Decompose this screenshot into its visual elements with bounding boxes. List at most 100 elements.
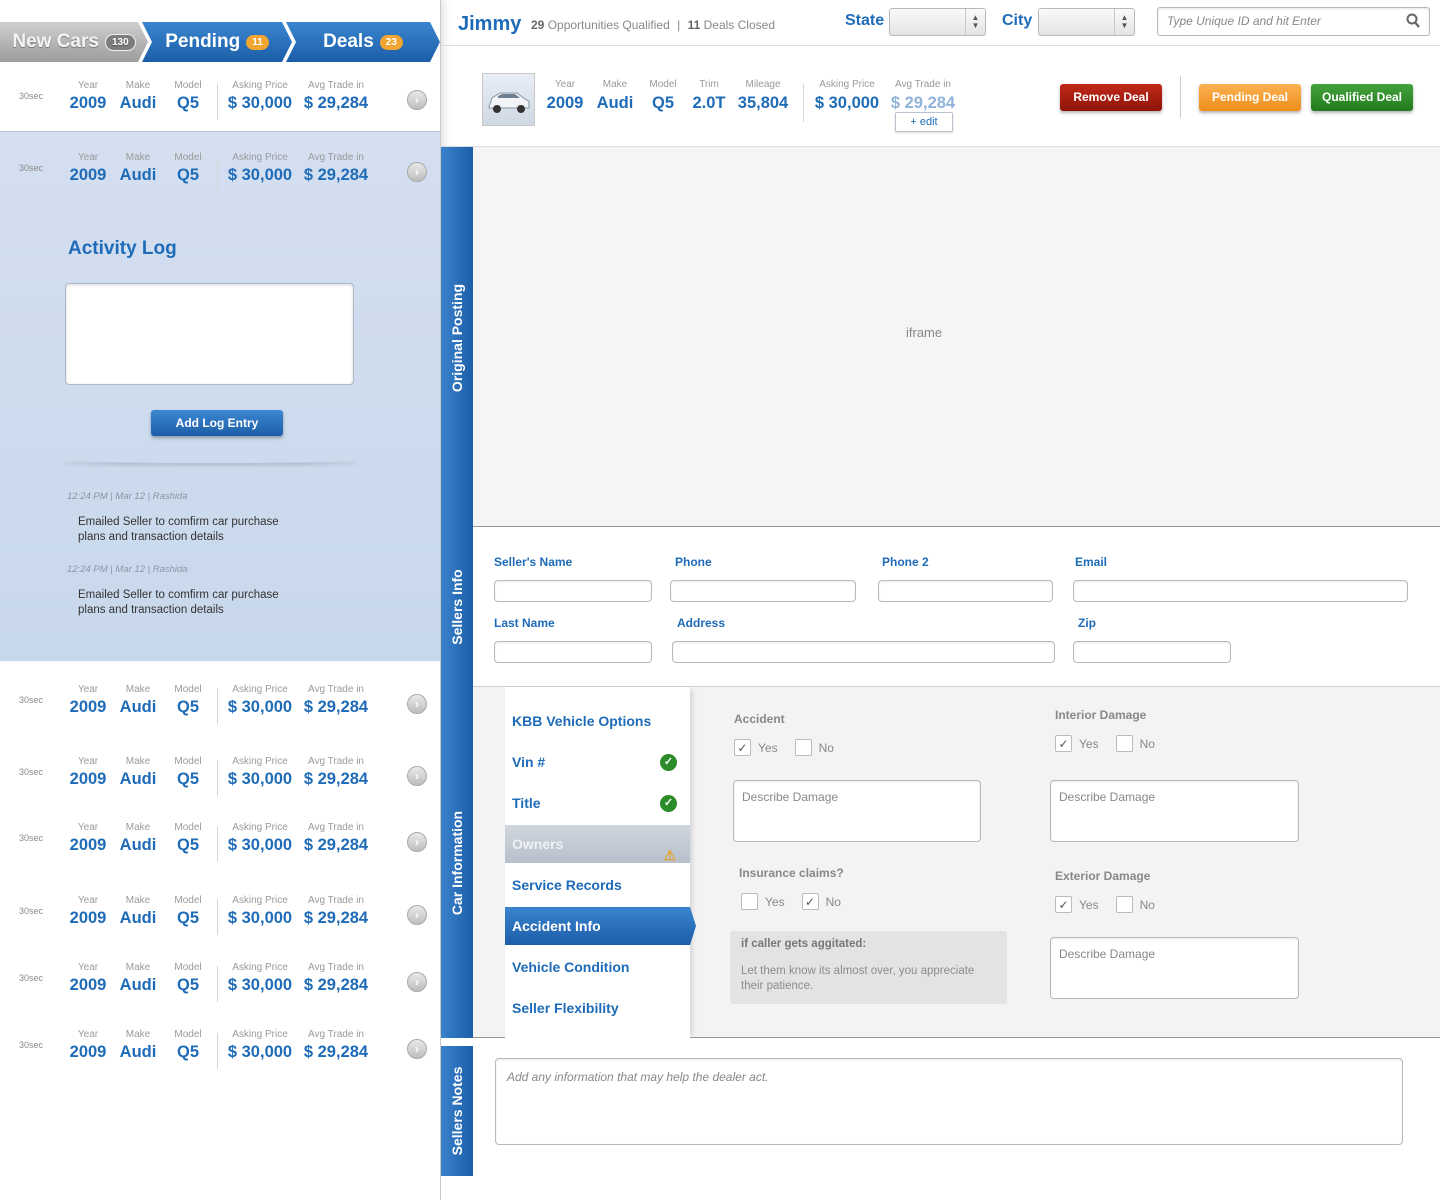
exterior-damage-options: ✓ Yes No: [1055, 896, 1172, 913]
chevron-right-icon[interactable]: ›: [407, 90, 427, 110]
row-age: 30sec: [19, 695, 44, 705]
menu-item-seller-flexibility[interactable]: Seller Flexibility: [505, 989, 690, 1027]
last-name-field[interactable]: [494, 641, 652, 663]
row-avg-trade: Avg Trade in $ 29,284: [303, 1029, 369, 1061]
menu-item-vehicle-condition[interactable]: Vehicle Condition: [505, 948, 690, 986]
state-select[interactable]: ▲ ▼: [889, 8, 986, 36]
chevron-right-icon[interactable]: ›: [407, 162, 427, 182]
deal-mileage: Mileage 35,804: [737, 79, 789, 112]
menu-item-owners[interactable]: Owners ⚠: [505, 825, 690, 863]
chevron-right-icon[interactable]: ›: [407, 1039, 427, 1059]
select-arrows-icon: ▲ ▼: [1114, 9, 1134, 35]
chevron-right-icon[interactable]: ›: [407, 972, 427, 992]
row-year: Year 2009: [69, 80, 107, 112]
sellers-name-field[interactable]: [494, 580, 652, 602]
zip-label: Zip: [1078, 616, 1096, 630]
car-list-row-selected[interactable]: 30sec Year 2009 Make Audi Model Q5 Asking P…: [0, 138, 440, 204]
chevron-right-icon[interactable]: ›: [407, 905, 427, 925]
interior-yes-checkbox[interactable]: ✓: [1055, 735, 1072, 752]
activity-log-input[interactable]: [65, 283, 354, 385]
iframe-placeholder: iframe: [906, 325, 943, 340]
accident-no-checkbox[interactable]: [794, 739, 812, 756]
row-divider: [217, 84, 218, 120]
sellers-info-label: Sellers Info: [449, 569, 465, 645]
log-entry: 12:24 PM | Mar 12 | Rashida Emailed Sell…: [67, 564, 308, 618]
car-list-row[interactable]: 30sec Year 2009 Make Audi Model Q5 Asking P…: [0, 808, 440, 874]
row-make: Make Audi: [119, 822, 157, 854]
insurance-yes-checkbox[interactable]: [741, 893, 758, 910]
add-log-entry-button[interactable]: Add Log Entry: [151, 410, 283, 436]
city-select[interactable]: ▲ ▼: [1038, 8, 1135, 36]
tab-new-cars[interactable]: New Cars 130: [0, 22, 148, 62]
phone2-field[interactable]: [878, 580, 1053, 602]
tab-deals[interactable]: Deals 23: [286, 22, 440, 62]
original-posting-section: Original Posting iframe: [441, 146, 1440, 528]
phone-field[interactable]: [670, 580, 856, 602]
exterior-no-checkbox[interactable]: [1115, 896, 1133, 913]
row-avg-trade: Avg Trade in $ 29,284: [303, 80, 369, 112]
row-age: 30sec: [19, 163, 44, 173]
activity-separator: [60, 457, 360, 463]
menu-item-vin[interactable]: Vin # ✓: [505, 743, 690, 781]
sellers-info-section: Sellers Info Seller's Name Phone Phone 2…: [441, 527, 1440, 687]
row-make: Make Audi: [119, 684, 157, 716]
car-list-row[interactable]: 30sec Year 2009 Make Audi Model Q5 Asking P…: [0, 881, 440, 947]
log-entry-text: Emailed Seller to comfirm car purchase p…: [78, 516, 279, 543]
tab-pending-label: Pending: [165, 31, 241, 52]
car-list-row[interactable]: 30sec Year 2009 Make Audi Model Q5 Asking P…: [0, 670, 440, 736]
row-separator: [30, 870, 420, 878]
opportunities-label: Opportunities Qualified: [547, 18, 670, 32]
sellers-name-label: Seller's Name: [494, 555, 573, 569]
car-list-row[interactable]: 30sec Year 2009 Make Audi Model Q5 Asking P…: [0, 1015, 440, 1081]
tab-deals-label: Deals: [323, 31, 374, 52]
zip-field[interactable]: [1073, 641, 1231, 663]
chevron-right-icon[interactable]: ›: [407, 694, 427, 714]
row-make: Make Audi: [119, 1029, 157, 1061]
tab-original-posting[interactable]: Original Posting: [441, 147, 473, 528]
tab-car-information[interactable]: Car Information: [441, 687, 473, 1038]
row-age: 30sec: [19, 833, 44, 843]
deal-divider: [803, 84, 804, 122]
insurance-no-checkbox[interactable]: ✓: [801, 893, 819, 910]
interior-describe-field[interactable]: Describe Damage: [1050, 780, 1299, 842]
menu-item-accident-info[interactable]: Accident Info: [505, 907, 696, 945]
email-field[interactable]: [1073, 580, 1408, 602]
car-list-row[interactable]: 30sec Year 2009 Make Audi Model Q5 Asking P…: [0, 66, 440, 132]
exterior-damage-label: Exterior Damage: [1055, 869, 1151, 883]
address-field[interactable]: [672, 641, 1055, 663]
exterior-yes-checkbox[interactable]: ✓: [1055, 896, 1072, 913]
row-asking-price: Asking Price $ 30,000: [227, 895, 293, 927]
insurance-options: Yes ✓ No: [741, 893, 858, 910]
interior-no-checkbox[interactable]: [1115, 735, 1133, 752]
tab-sellers-info[interactable]: Sellers Info: [441, 527, 473, 687]
hint-title: if caller gets aggitated:: [741, 938, 867, 950]
new-cars-count-badge: 130: [104, 33, 136, 51]
menu-item-kbb-options[interactable]: KBB Vehicle Options: [505, 702, 690, 740]
accident-describe-field[interactable]: Describe Damage: [733, 780, 981, 842]
car-information-section: Car Information KBB Vehicle Options Vin …: [441, 687, 1440, 1038]
qualified-deal-button[interactable]: Qualified Deal: [1311, 84, 1413, 111]
accident-yes-checkbox[interactable]: ✓: [734, 739, 751, 756]
row-separator: [30, 1077, 420, 1085]
deal-make: Make Audi: [596, 79, 634, 112]
tab-sellers-notes[interactable]: Sellers Notes: [441, 1046, 473, 1176]
chevron-right-icon[interactable]: ›: [407, 832, 427, 852]
car-info-menu: KBB Vehicle Options Vin # ✓ Title ✓ Owners…: [505, 687, 696, 1038]
menu-item-title[interactable]: Title ✓: [505, 784, 690, 822]
search-icon[interactable]: [1406, 13, 1420, 29]
edit-trade-button[interactable]: + edit: [895, 112, 953, 132]
exterior-describe-field[interactable]: Describe Damage: [1050, 937, 1299, 999]
row-asking-price: Asking Price $ 30,000: [227, 962, 293, 994]
chevron-right-icon[interactable]: ›: [407, 766, 427, 786]
search-input[interactable]: Type Unique ID and hit Enter: [1157, 7, 1430, 36]
sellers-notes-field[interactable]: Add any information that may help the de…: [495, 1058, 1403, 1145]
menu-item-service-records[interactable]: Service Records: [505, 866, 690, 904]
pending-deal-button[interactable]: Pending Deal: [1199, 84, 1301, 111]
row-model: Model Q5: [174, 1029, 202, 1061]
tab-pending[interactable]: Pending 11: [142, 22, 292, 62]
car-list-row[interactable]: 30sec Year 2009 Make Audi Model Q5 Asking P…: [0, 742, 440, 808]
row-model: Model Q5: [174, 756, 202, 788]
car-list-row[interactable]: 30sec Year 2009 Make Audi Model Q5 Asking P…: [0, 948, 440, 1014]
remove-deal-button[interactable]: Remove Deal: [1060, 84, 1162, 111]
log-entry: 12:24 PM | Mar 12 | Rashida Emailed Sell…: [67, 491, 308, 545]
